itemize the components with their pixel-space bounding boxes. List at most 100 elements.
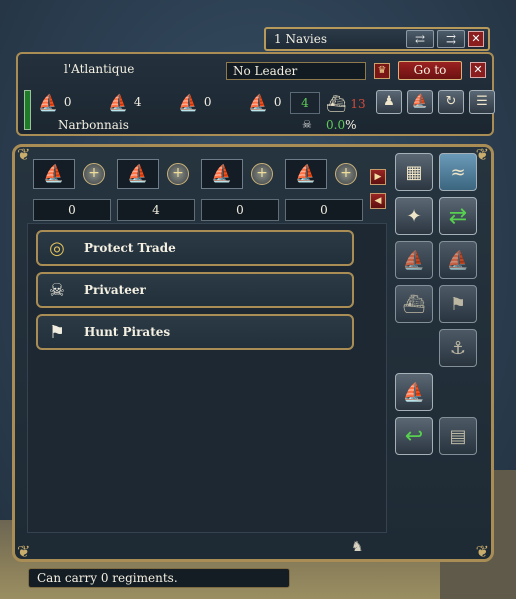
transport-icon: ⛵ — [285, 159, 327, 189]
fleet-merge-icon: ⛵ — [402, 381, 426, 403]
mission-label: Privateer — [84, 283, 146, 297]
heavy-ship-count-value: 0 — [63, 95, 72, 109]
ship-type-row: ⛵ + ⛵ + ⛵ + ⛵ + — [33, 159, 369, 189]
galley-icon: ⛵ — [178, 92, 198, 112]
add-light-ship-button[interactable]: + — [167, 163, 189, 185]
arrow-right-icon: ▶ — [374, 172, 382, 182]
return-arrow-icon: ↩ — [404, 423, 424, 449]
disband-ships-button[interactable]: ⚑ — [439, 285, 477, 323]
galley-count-value: 0 — [203, 95, 212, 109]
next-page-button[interactable]: ▶ — [370, 169, 386, 185]
reorganize-icon: ↻ — [445, 94, 457, 109]
fleet-action-buttons: ♟ ⛵ ↻ ☰ — [376, 90, 500, 114]
split-half-button[interactable]: ⛵ — [439, 241, 477, 279]
status-bar: Can carry 0 regiments. — [28, 568, 290, 588]
admiral-icon: ♟ — [383, 94, 395, 109]
galley-type: ⛵ + — [201, 159, 285, 189]
transport-count-value: 0 — [273, 95, 282, 109]
fleet-maintenance: ⛴ 13 — [326, 94, 366, 113]
ship-detach-icon: ⛵ — [402, 249, 426, 271]
fleet-name[interactable]: l'Atlantique — [64, 62, 134, 76]
assign-admiral-button[interactable]: ♟ — [376, 90, 402, 114]
province-map-icon: ▦ — [405, 161, 423, 183]
transport-value: 0 — [285, 199, 363, 221]
mission-label: Hunt Pirates — [84, 325, 171, 339]
prev-page-button[interactable]: ◀ — [370, 193, 386, 209]
puzzle-icon: ✦ — [406, 205, 422, 227]
merge-navies-button[interactable]: ⇉ — [437, 30, 465, 48]
assign-leader-icon[interactable]: ♛ — [374, 63, 390, 79]
add-galley-button[interactable]: + — [251, 163, 273, 185]
swap-navies-button[interactable]: ⇄ — [406, 30, 434, 48]
ship-upgrade-icon: ⛴ — [402, 293, 426, 315]
light-ship-icon: ⛵ — [108, 92, 128, 112]
toggle-map-mode-button[interactable]: ▦ — [395, 153, 433, 191]
corner-ornament-icon: ❦ — [17, 542, 31, 561]
attrition-skull-icon: ☠ — [302, 118, 312, 131]
pirate-flag-icon: ⚑ — [48, 321, 66, 343]
fleet-list-button[interactable]: ☰ — [469, 90, 495, 114]
list-icon: ☰ — [476, 94, 488, 109]
fleet-main-panel: ❦ ❦ ❦ ❦ ⛵ + ⛵ + ⛵ + ⛵ + ▶ ◀ 0 4 0 0 ◎ Pr… — [12, 144, 494, 562]
regiments-icon: ♞ — [351, 539, 364, 555]
leader-field[interactable]: No Leader — [226, 62, 366, 80]
mission-privateer[interactable]: ☠ Privateer — [36, 272, 354, 308]
reorganize-button[interactable]: ✦ — [395, 197, 433, 235]
transport-type: ⛵ + — [285, 159, 369, 189]
light-ship-icon: ⛵ — [117, 159, 159, 189]
anchor-button[interactable]: ⚓ — [439, 329, 477, 367]
upgrade-ships-button[interactable]: ⛴ — [395, 285, 433, 323]
reorganize-fleet-button[interactable]: ↻ — [438, 90, 464, 114]
heavy-ship-icon: ⛵ — [33, 159, 75, 189]
navies-bar: 1 Navies ⇄ ⇉ ✕ — [264, 27, 490, 51]
detach-ship-button[interactable]: ⛵ — [395, 241, 433, 279]
attrition-percent-sign: % — [345, 118, 357, 132]
mission-list: ◎ Protect Trade ☠ Privateer ⚑ Hunt Pirat… — [27, 223, 387, 533]
ships-split-icon: ⛵ — [411, 94, 429, 109]
swap-arrows-icon: ⇄ — [414, 32, 426, 46]
corner-ornament-icon: ❦ — [17, 145, 31, 164]
arrow-left-icon: ◀ — [374, 196, 382, 206]
add-heavy-ship-button[interactable]: + — [83, 163, 105, 185]
navies-count-label: 1 Navies — [274, 32, 327, 46]
attrition-percent-value: 0.0 — [326, 118, 346, 132]
mission-hunt-pirates[interactable]: ⚑ Hunt Pirates — [36, 314, 354, 350]
fleet-header-panel: l'Atlantique No Leader ♛ Go to ✕ ⛵ 0 ⛵ 4… — [16, 52, 495, 136]
galley-value: 0 — [201, 199, 279, 221]
coins-trade-icon: ◎ — [49, 237, 65, 259]
transport-icon: ⛵ — [248, 92, 268, 112]
skull-crossbones-icon: ☠ — [48, 279, 66, 301]
galley-icon: ⛵ — [201, 159, 243, 189]
attrition-percent: 0.0% — [326, 118, 357, 132]
transfer-ships-button[interactable]: ⇄ — [439, 197, 477, 235]
heavy-ship-icon: ⛵ — [38, 92, 58, 112]
merge-fleets-button[interactable]: ⛵ — [395, 373, 433, 411]
navies-close-button[interactable]: ✕ — [468, 31, 484, 47]
goto-button[interactable]: Go to — [398, 61, 462, 80]
ships-flags-icon: ⚑ — [449, 293, 467, 315]
heavy-ship-value: 0 — [33, 199, 111, 221]
add-transport-button[interactable]: + — [335, 163, 357, 185]
fleet-close-button[interactable]: ✕ — [470, 62, 486, 78]
light-ship-count: ⛵ 4 — [108, 93, 178, 112]
ship-type-values: 0 4 0 0 — [33, 199, 369, 221]
fleet-location[interactable]: Narbonnais — [58, 118, 129, 132]
galley-count: ⛵ 0 — [178, 93, 248, 112]
sea-zone-button[interactable]: ≈ — [439, 153, 477, 191]
ships-split-icon: ⛵ — [446, 249, 470, 271]
corner-ornament-icon: ❦ — [475, 145, 489, 164]
sea-view-icon: ≈ — [450, 161, 466, 183]
mission-protect-trade[interactable]: ◎ Protect Trade — [36, 230, 354, 266]
map-scroll-icon: ▤ — [449, 425, 467, 447]
heavy-ship-type: ⛵ + — [33, 159, 117, 189]
return-to-port-button[interactable]: ↩ — [395, 417, 433, 455]
split-fleet-button[interactable]: ⛵ — [407, 90, 433, 114]
fleet-strength-value: 4 — [290, 92, 320, 114]
light-ship-value: 4 — [117, 199, 195, 221]
morale-bar — [24, 90, 31, 130]
heavy-ship-count: ⛵ 0 — [38, 93, 108, 112]
merge-arrows-icon: ⇉ — [445, 32, 457, 46]
light-ship-count-value: 4 — [133, 95, 142, 109]
fleet-map-button[interactable]: ▤ — [439, 417, 477, 455]
transfer-arrows-icon: ⇄ — [448, 203, 468, 229]
